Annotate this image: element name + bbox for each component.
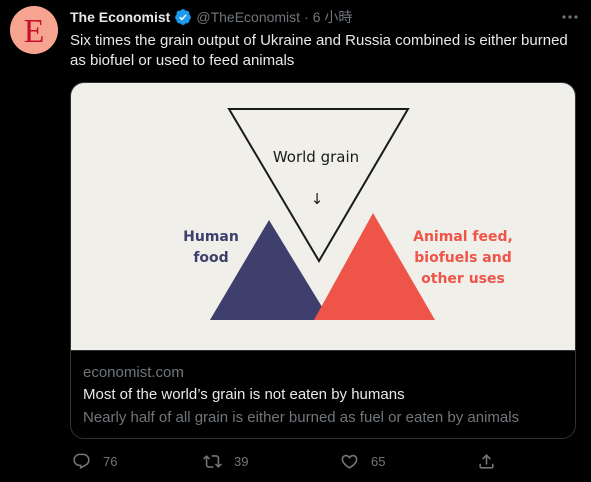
world-grain-label: World grain	[273, 148, 359, 166]
retweet-icon	[203, 455, 222, 468]
like-count: 65	[371, 454, 386, 469]
author-name[interactable]: The Economist	[70, 9, 170, 25]
tweet-timestamp[interactable]: 6 小時	[313, 7, 353, 27]
human-label-line2: food	[193, 250, 228, 266]
animal-label-line3: other uses	[421, 271, 505, 287]
reply-count: 76	[103, 454, 118, 469]
verified-badge-icon	[175, 9, 192, 25]
more-options-icon[interactable]	[560, 8, 580, 26]
tweet-text: Six times the grain output of Ukraine an…	[70, 32, 568, 69]
grain-illustration: World grain ↓ Human food Animal feed, bi…	[183, 108, 513, 320]
author-handle[interactable]: @TheEconomist	[196, 9, 300, 25]
economist-logo-icon: E	[10, 6, 58, 54]
reply-button[interactable]: 76	[72, 452, 117, 471]
reply-icon	[73, 453, 90, 470]
retweet-count: 39	[234, 454, 249, 469]
card-domain: economist.com	[83, 364, 184, 381]
card-title: Most of the world’s grain is not eaten b…	[83, 386, 405, 403]
link-card[interactable]: World grain ↓ Human food Animal feed, bi…	[70, 82, 576, 439]
card-image: World grain ↓ Human food Animal feed, bi…	[71, 83, 575, 350]
share-button[interactable]	[477, 452, 508, 471]
tweet-header: The Economist @TheEconomist · 6 小時	[70, 8, 352, 26]
card-description: Nearly half of all grain is either burne…	[83, 409, 520, 426]
down-arrow-icon: ↓	[311, 190, 324, 208]
separator-dot: ·	[304, 9, 309, 25]
like-button[interactable]: 65	[340, 452, 385, 471]
tweet-actions: 76 39 65	[70, 450, 580, 476]
heart-icon	[341, 454, 358, 469]
card-divider	[71, 350, 575, 351]
animal-label-line2: biofuels and	[414, 250, 511, 266]
svg-text:E: E	[24, 13, 45, 50]
retweet-button[interactable]: 39	[203, 452, 248, 471]
share-icon	[479, 454, 494, 469]
author-avatar[interactable]: E	[10, 6, 58, 54]
human-label-line1: Human	[183, 229, 239, 245]
animal-label-line1: Animal feed,	[413, 229, 513, 245]
